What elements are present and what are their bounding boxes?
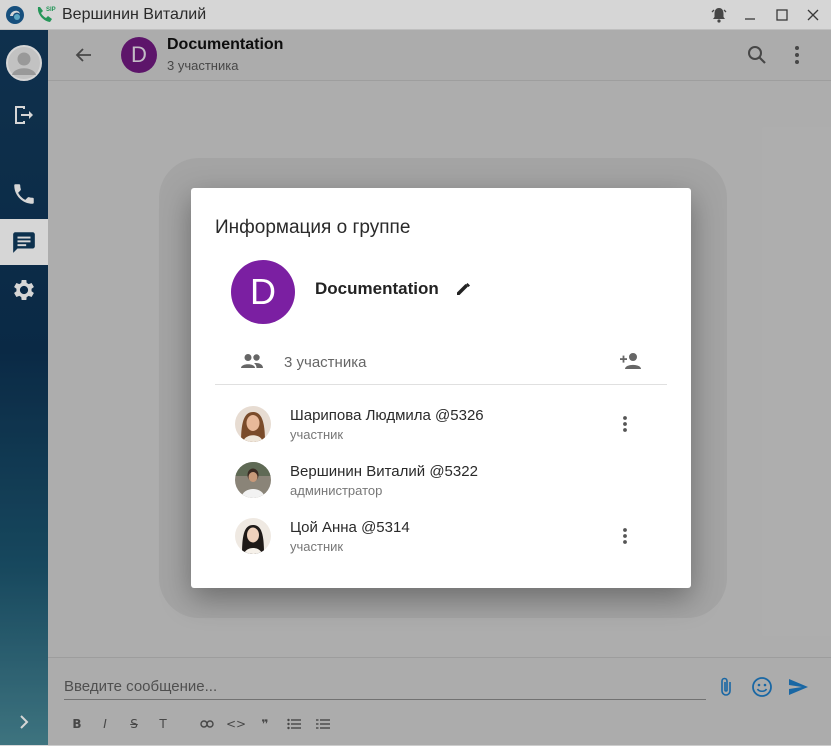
member-name: Цой Анна @5314 bbox=[290, 519, 410, 536]
add-member-icon[interactable] bbox=[617, 349, 645, 373]
edit-pencil-icon[interactable] bbox=[453, 279, 473, 299]
member-role: участник bbox=[290, 427, 344, 442]
member-role: администратор bbox=[290, 483, 383, 498]
member-role: участник bbox=[290, 539, 344, 554]
member-row[interactable]: Цой Анна @5314 участник bbox=[235, 518, 655, 564]
group-people-icon bbox=[239, 350, 265, 372]
members-summary: 3 участника bbox=[215, 338, 667, 385]
members-count: 3 участника bbox=[284, 354, 367, 371]
group-info-dialog: Информация о группе D Documentation 3 уч… bbox=[191, 188, 691, 588]
member-name: Вершинин Виталий @5322 bbox=[290, 463, 478, 480]
member-avatar bbox=[235, 518, 271, 554]
member-more-icon[interactable] bbox=[620, 524, 630, 548]
group-avatar[interactable]: D bbox=[231, 260, 295, 324]
member-avatar bbox=[235, 462, 271, 498]
member-avatar bbox=[235, 406, 271, 442]
member-row[interactable]: Вершинин Виталий @5322 администратор bbox=[235, 462, 655, 508]
group-name: Documentation bbox=[315, 279, 439, 298]
dialog-title: Информация о группе bbox=[215, 217, 411, 238]
member-name: Шарипова Людмила @5326 bbox=[290, 407, 484, 424]
member-more-icon[interactable] bbox=[620, 412, 630, 436]
member-row[interactable]: Шарипова Людмила @5326 участник bbox=[235, 406, 655, 452]
